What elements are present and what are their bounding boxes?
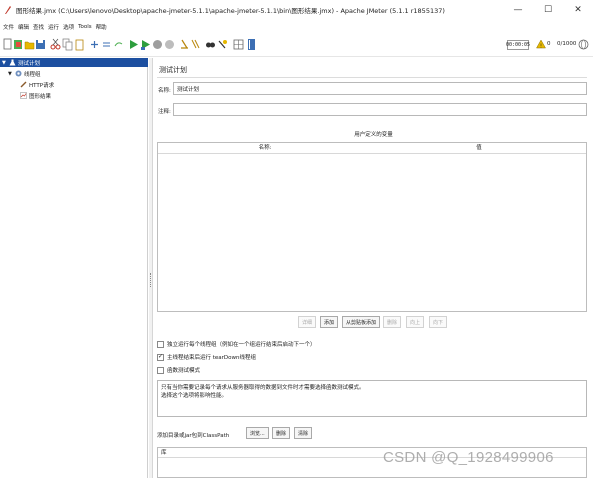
clear-icon[interactable]	[179, 38, 190, 51]
window-title: 图形结果.jmx (C:\Users\lenovo\Desktop\apache…	[16, 7, 445, 15]
test-plan-tree: ▼ 测试计划 ▼ 线程组 HTTP请求 图形结果	[0, 58, 148, 478]
split-pane-divider[interactable]	[149, 58, 153, 478]
reset-search-icon[interactable]	[217, 38, 228, 51]
serialize-checkbox[interactable]	[157, 340, 164, 348]
tree-item-test-plan[interactable]: ▼ 测试计划	[0, 58, 148, 67]
teardown-on-shutdown-option[interactable]: ✓ 主线程结束后运行 tearDown线程组	[157, 353, 256, 361]
classpath-clear-button[interactable]: 清除	[294, 427, 313, 439]
elapsed-timer: 00:00:05	[505, 40, 531, 50]
tree-item-label: 线程组	[24, 71, 41, 78]
start-icon[interactable]	[128, 38, 139, 51]
expand-icon[interactable]	[89, 38, 100, 51]
serialize-label: 独立运行每个线程组（例如在一个组运行结束后启动下一个）	[167, 342, 316, 348]
browse-button[interactable]: 浏览...	[246, 427, 269, 439]
flask-icon	[8, 59, 16, 67]
start-no-pause-icon[interactable]	[140, 38, 151, 51]
svg-text:!: !	[540, 43, 542, 49]
comment-input[interactable]	[173, 103, 587, 116]
table-header: 名称: 值	[158, 143, 586, 154]
active-threads: 0/1000	[557, 41, 577, 47]
paste-icon[interactable]	[74, 38, 85, 51]
name-label: 名称:	[158, 88, 171, 94]
tree-item-label: HTTP请求	[29, 82, 55, 89]
menu-edit[interactable]: 编辑	[18, 23, 29, 31]
delete-button[interactable]: 删除	[383, 316, 402, 328]
move-down-button[interactable]: 向下	[429, 316, 448, 328]
gear-icon	[14, 70, 22, 78]
user-variables-title: 用户定义的变量	[354, 132, 393, 138]
serialize-thread-groups-option[interactable]: 独立运行每个线程组（例如在一个组运行结束后启动下一个）	[157, 340, 316, 348]
functional-test-mode-option[interactable]: 函数测试模式	[157, 366, 200, 374]
column-value-header[interactable]: 值	[372, 143, 586, 153]
chart-icon	[19, 92, 27, 100]
jmeter-feather-icon	[5, 6, 11, 14]
pen-icon	[19, 81, 27, 89]
add-button[interactable]: 添加	[320, 316, 339, 328]
description-line: 只有当你需要记录每个请求从服务器取得的数据到文件时才需要选择函数测试模式。	[161, 385, 365, 391]
menu-bar: 文件 编辑 查找 运行 选项 Tools 帮助	[0, 20, 593, 33]
functional-mode-label: 函数测试模式	[167, 368, 201, 374]
divider	[157, 77, 587, 78]
menu-run[interactable]: 运行	[48, 23, 59, 31]
open-folder-icon[interactable]	[24, 38, 35, 51]
detail-button[interactable]: 详细	[298, 316, 317, 328]
description-line: 选择这个选项将影响性能。	[161, 393, 228, 399]
functional-mode-description: 只有当你需要记录每个请求从服务器取得的数据到文件时才需要选择函数测试模式。 选择…	[157, 380, 587, 417]
tree-item-graph-results[interactable]: 图形结果	[19, 91, 51, 100]
classpath-delete-button[interactable]: 删除	[272, 427, 291, 439]
clear-all-icon[interactable]	[190, 38, 201, 51]
tree-item-label: 图形结果	[29, 93, 52, 100]
user-variables-table: 名称: 值	[157, 142, 587, 312]
csdn-watermark: CSDN @Q_1928499906	[383, 449, 554, 466]
templates-icon[interactable]	[13, 38, 24, 51]
warning-icon[interactable]: !	[536, 39, 546, 49]
teardown-checkbox[interactable]: ✓	[157, 353, 164, 361]
toolbar: 00:00:05 ! 0 0/1000	[0, 33, 593, 57]
comment-label: 注释:	[158, 109, 171, 115]
menu-help[interactable]: 帮助	[96, 23, 107, 31]
save-icon[interactable]	[35, 38, 46, 51]
name-input[interactable]: 测试计划	[173, 82, 587, 95]
test-plan-panel: 测试计划 名称: 测试计划 注释: 用户定义的变量 名称: 值 详细 添加 从剪…	[154, 58, 593, 478]
help-book-icon[interactable]	[246, 38, 257, 51]
search-icon[interactable]	[205, 38, 216, 51]
splitter-grip-icon[interactable]	[150, 273, 152, 287]
teardown-label: 主线程结束后运行 tearDown线程组	[167, 355, 257, 361]
tree-item-http-request[interactable]: HTTP请求	[19, 80, 54, 89]
copy-icon[interactable]	[62, 38, 73, 51]
functional-mode-checkbox[interactable]	[157, 366, 164, 374]
toggle-icon[interactable]	[113, 38, 124, 51]
collapse-icon[interactable]	[101, 38, 112, 51]
shutdown-icon[interactable]	[164, 38, 175, 51]
new-file-icon[interactable]	[2, 38, 13, 51]
classpath-label: 添加目录或jar包到ClassPath	[157, 433, 230, 439]
menu-search[interactable]: 查找	[33, 23, 44, 31]
title-bar: 图形结果.jmx (C:\Users\lenovo\Desktop\apache…	[0, 0, 593, 20]
menu-file[interactable]: 文件	[3, 23, 14, 31]
minimize-button[interactable]: —	[503, 0, 533, 20]
stop-icon[interactable]	[152, 38, 163, 51]
window-controls: — ☐ ✕	[503, 0, 593, 20]
tree-item-thread-group[interactable]: ▼ 线程组	[8, 69, 41, 78]
panel-title: 测试计划	[159, 66, 187, 74]
menu-tools[interactable]: Tools	[78, 24, 92, 30]
close-button[interactable]: ✕	[563, 0, 593, 20]
menu-options[interactable]: 选项	[63, 23, 74, 31]
add-from-clipboard-button[interactable]: 从剪贴板添加	[342, 316, 381, 328]
cut-icon[interactable]	[50, 38, 61, 51]
function-helper-icon[interactable]	[233, 38, 244, 51]
column-name-header[interactable]: 名称:	[158, 143, 372, 153]
tree-item-label: 测试计划	[18, 60, 41, 67]
remote-globe-icon[interactable]	[578, 39, 589, 50]
move-up-button[interactable]: 向上	[406, 316, 425, 328]
maximize-button[interactable]: ☐	[533, 0, 563, 20]
warning-count: 0	[547, 41, 551, 47]
